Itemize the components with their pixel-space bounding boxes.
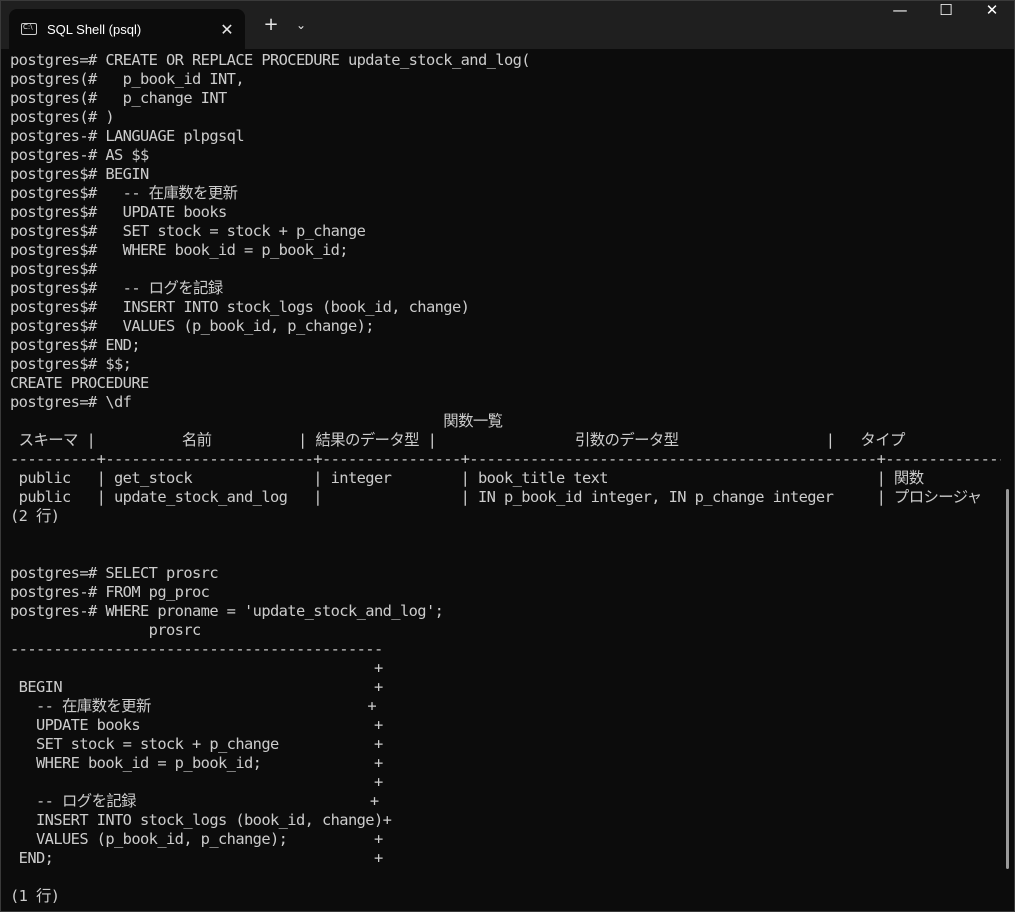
terminal-line: postgres$# -- 在庫数を更新 [10, 184, 238, 202]
terminal-line: postgres$# $$; [10, 355, 132, 373]
terminal-line: postgres$# [10, 260, 97, 278]
terminal-line: WHERE book_id = p_book_id; + [10, 754, 383, 772]
terminal-line: postgres(# p_book_id INT, [10, 70, 245, 88]
terminal-line: postgres-# LANGUAGE plpgsql [10, 127, 245, 145]
terminal-line: postgres-# AS $$ [10, 146, 149, 164]
terminal-line: ----------------------------------------… [10, 640, 383, 658]
terminal-line: + [10, 659, 383, 677]
tab-close-icon[interactable]: ✕ [209, 20, 245, 39]
close-button[interactable]: ✕ [969, 1, 1015, 41]
terminal-line: postgres-# FROM pg_proc [10, 583, 210, 601]
terminal-line: postgres(# p_change INT [10, 89, 227, 107]
terminal-line: 関数一覧 [10, 412, 503, 430]
terminal-line: postgres$# END; [10, 336, 141, 354]
terminal-line: SET stock = stock + p_change + [10, 735, 383, 753]
terminal-icon [21, 23, 37, 35]
tab-title: SQL Shell (psql) [47, 21, 142, 37]
terminal-line: CREATE PROCEDURE [10, 374, 149, 392]
terminal-line: postgres$# BEGIN [10, 165, 149, 183]
chevron-down-icon[interactable]: ⌄ [289, 11, 313, 39]
terminal-line: -- ログを記録 + [10, 792, 379, 810]
terminal-line: public | get_stock | integer | book_titl… [10, 469, 924, 487]
terminal-line: postgres-# WHERE proname = 'update_stock… [10, 602, 444, 620]
scrollbar-thumb[interactable] [1006, 489, 1009, 869]
maximize-button[interactable]: ☐ [923, 1, 969, 41]
terminal-output[interactable]: postgres=# CREATE OR REPLACE PROCEDURE u… [1, 49, 1001, 911]
terminal-line: ----------+------------------------+----… [10, 450, 1001, 468]
terminal-line: postgres=# \df [10, 393, 132, 411]
title-bar: SQL Shell (psql) ✕ + ⌄ — ☐ ✕ [1, 1, 1014, 49]
tab-sql-shell[interactable]: SQL Shell (psql) ✕ [9, 9, 245, 49]
terminal-line: UPDATE books + [10, 716, 383, 734]
terminal-line: postgres$# SET stock = stock + p_change [10, 222, 366, 240]
minimize-button[interactable]: — [877, 1, 923, 41]
terminal-line: postgres=# CREATE OR REPLACE PROCEDURE u… [10, 51, 531, 69]
terminal-line: postgres$# -- ログを記録 [10, 279, 223, 297]
new-tab-button[interactable]: + [257, 11, 285, 39]
terminal-line: (2 行) [10, 507, 60, 525]
terminal-line: -- 在庫数を更新 + [10, 697, 377, 715]
terminal-line: VALUES (p_book_id, p_change); + [10, 830, 383, 848]
terminal-line: (1 行) [10, 887, 60, 905]
terminal-line: public | update_stock_and_log | | IN p_b… [10, 488, 983, 506]
terminal-line: postgres$# INSERT INTO stock_logs (book_… [10, 298, 470, 316]
scrollbar[interactable] [1002, 49, 1012, 911]
terminal-line: postgres$# UPDATE books [10, 203, 227, 221]
terminal-window: SQL Shell (psql) ✕ + ⌄ — ☐ ✕ postgres=# … [0, 0, 1015, 912]
terminal-line: + [10, 773, 383, 791]
terminal-line: postgres$# VALUES (p_book_id, p_change); [10, 317, 375, 335]
terminal-line: postgres(# ) [10, 108, 115, 126]
terminal-line: END; + [10, 849, 384, 867]
terminal-line: postgres$# WHERE book_id = p_book_id; [10, 241, 349, 259]
terminal-line: prosrc [10, 621, 202, 639]
terminal-line: INSERT INTO stock_logs (book_id, change)… [10, 811, 392, 829]
terminal-line: BEGIN + [10, 678, 384, 696]
terminal-line: postgres=# SELECT prosrc [10, 564, 219, 582]
terminal-line: スキーマ | 名前 | 結果のデータ型 | 引数のデータ型 | タイプ [10, 431, 906, 449]
